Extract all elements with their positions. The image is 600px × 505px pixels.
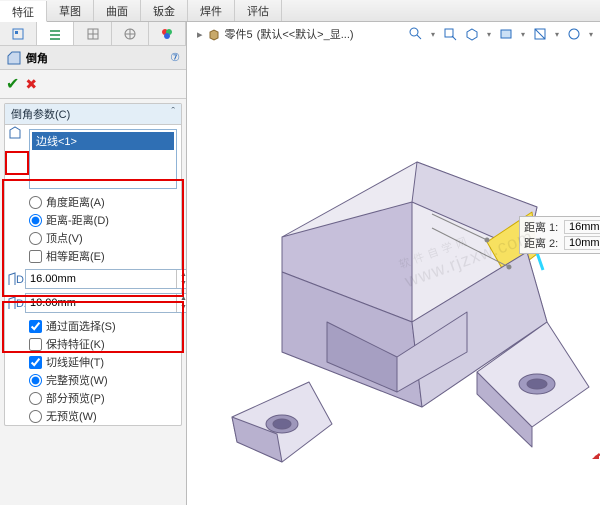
d2-icon: D2 <box>7 295 25 311</box>
opt-partial-preview[interactable]: 部分预览(P) <box>5 389 181 407</box>
d1-icon: D1 <box>7 271 25 287</box>
dimension-callout[interactable]: 距离 1: 16mm ▲▼ 距离 2: 10mm ▲▼ <box>519 216 600 254</box>
pm-body: 倒角参数(C) ˆ 边线<1> 角度距离(A) 距离-距离(D) 顶点(V) 相… <box>0 99 186 434</box>
model-drawing <box>187 22 600 505</box>
d2-spin-down-icon[interactable]: ▼ <box>177 303 186 312</box>
edge-select-icon <box>5 125 25 193</box>
pm-ok-cancel: ✔ ✖ <box>0 70 186 99</box>
pm-tab-property-icon[interactable] <box>37 22 74 45</box>
callout-d2-label: 距离 2: <box>524 235 564 251</box>
tab-surfaces[interactable]: 曲面 <box>94 0 141 21</box>
distance2-field[interactable] <box>26 294 176 312</box>
opt-distance-distance[interactable]: 距离-距离(D) <box>5 211 181 229</box>
svg-text:D1: D1 <box>16 274 25 286</box>
distance1-row: D1 ▲▼ <box>7 269 179 289</box>
tab-sketch[interactable]: 草图 <box>47 0 94 21</box>
opt-through-face[interactable]: 通过面选择(S) <box>5 317 181 335</box>
opt-tangent-ext[interactable]: 切线延伸(T) <box>5 353 181 371</box>
d2-spin-up-icon[interactable]: ▲ <box>177 294 186 303</box>
pm-tab-dimxpert-icon[interactable] <box>112 22 149 45</box>
opt-keep-features[interactable]: 保持特征(K) <box>5 335 181 353</box>
pm-tab-config-icon[interactable] <box>74 22 111 45</box>
callout-d2-value[interactable]: 10mm <box>564 236 600 250</box>
pm-icon-tabs <box>0 22 186 46</box>
distance1-input[interactable]: ▲▼ <box>25 269 186 289</box>
opt-equal-distance[interactable]: 相等距离(E) <box>5 247 181 265</box>
chamfer-params-group: 倒角参数(C) ˆ 边线<1> 角度距离(A) 距离-距离(D) 顶点(V) 相… <box>4 103 182 426</box>
tab-features[interactable]: 特征 <box>0 1 47 22</box>
edge-selection-box[interactable]: 边线<1> <box>29 129 177 189</box>
tab-weldments[interactable]: 焊件 <box>188 0 235 21</box>
distance2-row: D2 ▲▼ <box>7 293 179 313</box>
graphics-canvas[interactable]: ▸ 零件5 (默认<<默认>_显...) ▾ ▾ ▾ ▾ ▾ <box>187 22 600 505</box>
svg-text:D2: D2 <box>16 298 25 310</box>
opt-full-preview[interactable]: 完整预览(W) <box>5 371 181 389</box>
selection-item[interactable]: 边线<1> <box>32 132 174 150</box>
tab-sheetmetal[interactable]: 钣金 <box>141 0 188 21</box>
distance1-field[interactable] <box>26 270 176 288</box>
opt-angle-distance[interactable]: 角度距离(A) <box>5 193 181 211</box>
d1-spin-up-icon[interactable]: ▲ <box>177 270 186 279</box>
opt-no-preview[interactable]: 无预览(W) <box>5 407 181 425</box>
pm-title-text: 倒角 <box>26 50 48 66</box>
origin-triad-icon <box>591 419 600 459</box>
help-icon[interactable]: ⑦ <box>170 51 180 64</box>
callout-d1-label: 距离 1: <box>524 219 564 235</box>
chamfer-icon <box>6 50 22 66</box>
pm-tab-feature-tree-icon[interactable] <box>0 22 37 45</box>
d1-spin-down-icon[interactable]: ▼ <box>177 279 186 288</box>
property-manager: 倒角 ⑦ ✔ ✖ 倒角参数(C) ˆ 边线<1> 角度距离(A) 距离-距离(D… <box>0 22 187 505</box>
group-header[interactable]: 倒角参数(C) ˆ <box>5 104 181 125</box>
distance2-input[interactable]: ▲▼ <box>25 293 186 313</box>
callout-d1-value[interactable]: 16mm <box>564 220 600 234</box>
command-manager-tabs: 特征 草图 曲面 钣金 焊件 评估 <box>0 0 600 22</box>
ok-button[interactable]: ✔ <box>6 74 19 94</box>
pm-tab-appearance-icon[interactable] <box>149 22 186 45</box>
opt-vertex[interactable]: 顶点(V) <box>5 229 181 247</box>
tab-evaluate[interactable]: 评估 <box>235 0 282 21</box>
cancel-button[interactable]: ✖ <box>25 76 37 93</box>
pm-title-bar: 倒角 ⑦ <box>0 46 186 70</box>
